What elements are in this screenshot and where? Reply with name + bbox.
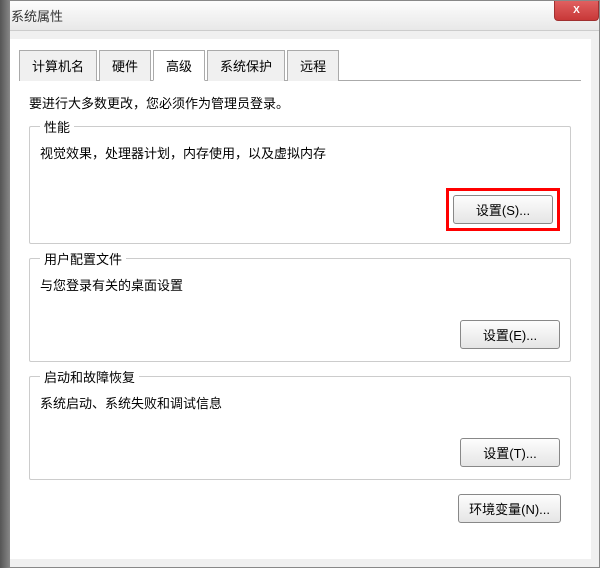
tabs-bar: 计算机名 硬件 高级 系统保护 远程 bbox=[19, 49, 581, 81]
window-title: 系统属性 bbox=[11, 6, 63, 25]
user-profiles-button-row: 设置(E)... bbox=[40, 320, 560, 349]
group-user-profiles: 用户配置文件 与您登录有关的桌面设置 设置(E)... bbox=[29, 258, 571, 362]
startup-recovery-button-row: 设置(T)... bbox=[40, 438, 560, 467]
performance-button-row: 设置(S)... bbox=[40, 188, 560, 231]
group-startup-recovery-title: 启动和故障恢复 bbox=[40, 367, 139, 386]
group-startup-recovery: 启动和故障恢复 系统启动、系统失败和调试信息 设置(T)... bbox=[29, 376, 571, 480]
tab-system-protection[interactable]: 系统保护 bbox=[207, 50, 285, 81]
admin-intro-text: 要进行大多数更改，您必须作为管理员登录。 bbox=[29, 93, 571, 112]
group-user-profiles-desc: 与您登录有关的桌面设置 bbox=[40, 275, 560, 294]
group-user-profiles-title: 用户配置文件 bbox=[40, 249, 126, 268]
tab-hardware[interactable]: 硬件 bbox=[99, 50, 151, 81]
tab-computer-name[interactable]: 计算机名 bbox=[19, 50, 97, 81]
close-icon: X bbox=[573, 5, 580, 16]
red-highlight-box: 设置(S)... bbox=[446, 188, 560, 231]
group-performance-title: 性能 bbox=[40, 117, 74, 136]
performance-settings-button[interactable]: 设置(S)... bbox=[453, 195, 553, 224]
group-performance: 性能 视觉效果，处理器计划，内存使用，以及虚拟内存 设置(S)... bbox=[29, 126, 571, 244]
system-properties-window: 系统属性 X 计算机名 硬件 高级 系统保护 远程 要进行大多数更改，您必须作为… bbox=[0, 0, 600, 568]
environment-variables-button[interactable]: 环境变量(N)... bbox=[458, 494, 561, 523]
user-profiles-settings-button[interactable]: 设置(E)... bbox=[460, 320, 560, 349]
close-button[interactable]: X bbox=[554, 1, 599, 21]
tab-advanced[interactable]: 高级 bbox=[153, 50, 205, 81]
tab-remote[interactable]: 远程 bbox=[287, 50, 339, 81]
tab-body-advanced: 要进行大多数更改，您必须作为管理员登录。 性能 视觉效果，处理器计划，内存使用，… bbox=[19, 81, 581, 533]
group-performance-desc: 视觉效果，处理器计划，内存使用，以及虚拟内存 bbox=[40, 143, 560, 162]
content-area: 计算机名 硬件 高级 系统保护 远程 要进行大多数更改，您必须作为管理员登录。 … bbox=[9, 39, 591, 559]
group-startup-recovery-desc: 系统启动、系统失败和调试信息 bbox=[40, 393, 560, 412]
titlebar: 系统属性 X bbox=[1, 1, 599, 31]
startup-recovery-settings-button[interactable]: 设置(T)... bbox=[460, 438, 560, 467]
env-button-row: 环境变量(N)... bbox=[29, 494, 571, 523]
left-decorative-edge bbox=[0, 0, 10, 568]
